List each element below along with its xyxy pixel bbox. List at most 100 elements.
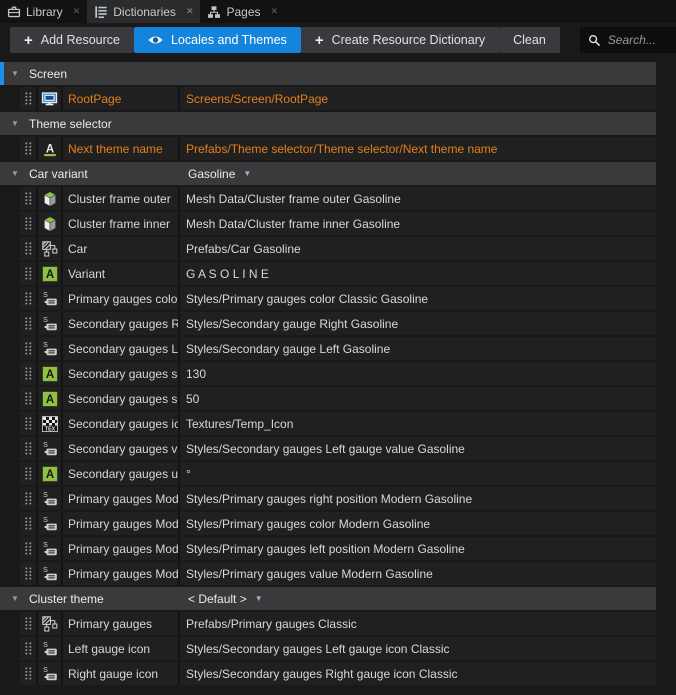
close-icon[interactable]: ✕ xyxy=(73,6,81,17)
resource-name: Cluster frame inner xyxy=(63,212,180,235)
drag-handle-icon[interactable] xyxy=(20,462,38,485)
resource-list: ▼ScreenRootPageScreens/Screen/RootPage▼T… xyxy=(0,62,656,687)
collapse-triangle-icon[interactable]: ▼ xyxy=(8,69,22,78)
resource-row[interactable]: ANext theme namePrefabs/Theme selector/T… xyxy=(20,137,656,160)
resource-row[interactable]: SPrimary gauges ModeStyles/Primary gauge… xyxy=(20,487,656,510)
resource-value[interactable]: Styles/Secondary gauges Left gauge icon … xyxy=(180,637,656,660)
resource-value[interactable]: Styles/Primary gauges left position Mode… xyxy=(180,537,656,560)
resource-value[interactable]: ° xyxy=(180,462,656,485)
drag-handle-icon[interactable] xyxy=(20,487,38,510)
resource-value[interactable]: Styles/Primary gauges color Classic Gaso… xyxy=(180,287,656,310)
resource-row[interactable]: ASecondary gauges sca50 xyxy=(20,387,656,410)
dictionaries-panel: Library ✕ Dictionaries ✕ xyxy=(0,0,676,695)
drag-handle-icon[interactable] xyxy=(20,387,38,410)
group-variant-dropdown[interactable]: Gasoline▼ xyxy=(188,167,251,181)
resource-value[interactable]: Prefabs/Car Gasoline xyxy=(180,237,656,260)
resource-name: Primary gauges xyxy=(63,612,180,635)
resource-value[interactable]: Textures/Temp_Icon xyxy=(180,412,656,435)
group-title: Cluster theme xyxy=(29,592,104,606)
drag-handle-icon[interactable] xyxy=(20,187,38,210)
resource-value[interactable]: G A S O L I N E xyxy=(180,262,656,285)
close-icon[interactable]: ✕ xyxy=(186,6,194,17)
drag-handle-icon[interactable] xyxy=(20,287,38,310)
chevron-down-icon: ▼ xyxy=(255,594,263,603)
resource-row[interactable]: SSecondary gauges LefStyles/Secondary ga… xyxy=(20,337,656,360)
resource-value[interactable]: Screens/Screen/RootPage xyxy=(180,87,656,110)
resource-row[interactable]: SSecondary gauges RigStyles/Secondary ga… xyxy=(20,312,656,335)
string-icon: A xyxy=(38,387,63,410)
drag-handle-icon[interactable] xyxy=(20,512,38,535)
resource-value[interactable]: Styles/Secondary gauge Left Gasoline xyxy=(180,337,656,360)
create-resource-dictionary-button[interactable]: + Create Resource Dictionary xyxy=(301,27,499,53)
resource-value[interactable]: Prefabs/Theme selector/Theme selector/Ne… xyxy=(180,137,656,160)
drag-handle-icon[interactable] xyxy=(20,87,38,110)
drag-handle-icon[interactable] xyxy=(20,437,38,460)
create-resource-dictionary-label: Create Resource Dictionary xyxy=(332,33,486,47)
drag-handle-icon[interactable] xyxy=(20,537,38,560)
drag-handle-icon[interactable] xyxy=(20,662,38,685)
add-resource-button[interactable]: + Add Resource xyxy=(10,27,134,53)
resource-row[interactable]: TEXSecondary gauges icoTextures/Temp_Ico… xyxy=(20,412,656,435)
group-header-cluster-theme[interactable]: ▼ Cluster theme < Default >▼ xyxy=(0,587,656,610)
resource-value[interactable]: Styles/Secondary gauges Left gauge value… xyxy=(180,437,656,460)
resource-row[interactable]: CarPrefabs/Car Gasoline xyxy=(20,237,656,260)
style-icon: S xyxy=(38,512,63,535)
list-icon xyxy=(94,5,108,19)
resource-row[interactable]: Cluster frame innerMesh Data/Cluster fra… xyxy=(20,212,656,235)
resource-row[interactable]: Cluster frame outerMesh Data/Cluster fra… xyxy=(20,187,656,210)
close-icon[interactable]: ✕ xyxy=(271,6,279,17)
resource-row[interactable]: S Primary gauges ModeStyles/Primary gauge… xyxy=(20,537,656,560)
drag-handle-icon[interactable] xyxy=(20,137,38,160)
tab-library[interactable]: Library ✕ xyxy=(0,0,87,23)
resource-value[interactable]: 50 xyxy=(180,387,656,410)
resource-row[interactable]: ASecondary gauges un° xyxy=(20,462,656,485)
tab-pages[interactable]: Pages ✕ xyxy=(200,0,285,23)
tab-dictionaries[interactable]: Dictionaries ✕ xyxy=(87,0,200,23)
resource-value[interactable]: Styles/Secondary gauge Right Gasoline xyxy=(180,312,656,335)
drag-handle-icon[interactable] xyxy=(20,362,38,385)
group-variant-dropdown[interactable]: < Default >▼ xyxy=(188,592,263,606)
resource-row[interactable]: SPrimary gauges colorStyles/Primary gaug… xyxy=(20,287,656,310)
resource-row[interactable]: ASecondary gauges sca130 xyxy=(20,362,656,385)
resource-name: Primary gauges Mode xyxy=(63,537,180,560)
locales-and-themes-button[interactable]: Locales and Themes xyxy=(134,27,301,53)
resource-row[interactable]: Primary gaugesPrefabs/Primary gauges Cla… xyxy=(20,612,656,635)
resource-row[interactable]: SRight gauge iconStyles/Secondary gauges… xyxy=(20,662,656,685)
resource-value[interactable]: Mesh Data/Cluster frame inner Gasoline xyxy=(180,212,656,235)
resource-row[interactable]: SLeft gauge iconStyles/Secondary gauges … xyxy=(20,637,656,660)
svg-text:S: S xyxy=(43,542,48,549)
group-header-theme-selector[interactable]: ▼Theme selector xyxy=(0,112,656,135)
resource-row[interactable]: SSecondary gauges valStyles/Secondary ga… xyxy=(20,437,656,460)
clean-button[interactable]: Clean xyxy=(499,27,560,53)
drag-handle-icon[interactable] xyxy=(20,412,38,435)
drag-handle-icon[interactable] xyxy=(20,212,38,235)
search-box[interactable] xyxy=(580,27,676,53)
search-input[interactable] xyxy=(608,33,676,47)
resource-value[interactable]: Prefabs/Primary gauges Classic xyxy=(180,612,656,635)
resource-row[interactable]: SPrimary gauges ModeStyles/Primary gauge… xyxy=(20,562,656,585)
drag-handle-icon[interactable] xyxy=(20,262,38,285)
svg-text:S: S xyxy=(43,442,48,449)
collapse-triangle-icon[interactable]: ▼ xyxy=(8,169,22,178)
resource-row[interactable]: RootPageScreens/Screen/RootPage xyxy=(20,87,656,110)
drag-handle-icon[interactable] xyxy=(20,337,38,360)
group-header-screen[interactable]: ▼Screen xyxy=(0,62,656,85)
resource-value[interactable]: Styles/Secondary gauges Right gauge icon… xyxy=(180,662,656,685)
resource-value[interactable]: Styles/Primary gauges right position Mod… xyxy=(180,487,656,510)
drag-handle-icon[interactable] xyxy=(20,237,38,260)
group-header-car-variant[interactable]: ▼Car variantGasoline▼ xyxy=(0,162,656,185)
resource-row[interactable]: SPrimary gauges ModeStyles/Primary gauge… xyxy=(20,512,656,535)
drag-handle-icon[interactable] xyxy=(20,612,38,635)
drag-handle-icon[interactable] xyxy=(20,562,38,585)
resource-value[interactable]: Styles/Primary gauges value Modern Gasol… xyxy=(180,562,656,585)
drag-handle-icon[interactable] xyxy=(20,637,38,660)
resource-value[interactable]: Styles/Primary gauges color Modern Gasol… xyxy=(180,512,656,535)
collapse-triangle-icon[interactable]: ▼ xyxy=(8,119,22,128)
resource-name: Cluster frame outer xyxy=(63,187,180,210)
resource-value[interactable]: Mesh Data/Cluster frame outer Gasoline xyxy=(180,187,656,210)
resource-row[interactable]: AVariantG A S O L I N E xyxy=(20,262,656,285)
resource-value[interactable]: 130 xyxy=(180,362,656,385)
tab-label: Dictionaries xyxy=(113,5,176,19)
drag-handle-icon[interactable] xyxy=(20,312,38,335)
collapse-triangle-icon[interactable]: ▼ xyxy=(8,594,22,603)
